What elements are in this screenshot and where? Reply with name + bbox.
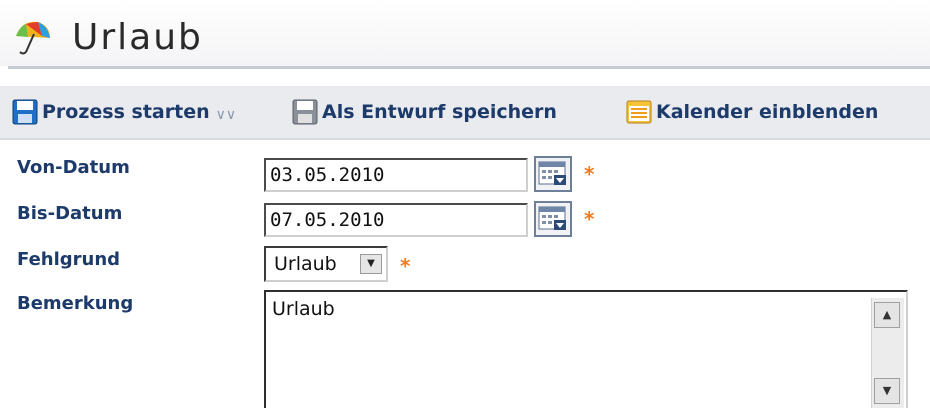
comment-scrollbar[interactable]: ▲ ▼ [871,298,904,408]
scroll-up-icon[interactable]: ▲ [874,302,900,328]
header-divider [8,66,930,69]
umbrella-icon [16,21,50,55]
save-draft-button[interactable]: Als Entwurf speichern [292,98,557,126]
reason-label: Fehlgrund [17,249,121,270]
to-date-label: Bis-Datum [17,203,123,224]
chevron-down-icon[interactable]: ∨∨ [216,107,237,123]
to-date-calendar-button[interactable] [534,201,572,237]
calendar-picker-icon [538,206,566,230]
from-date-calendar-button[interactable] [534,156,572,192]
start-process-label: Prozess starten [42,101,210,123]
required-marker: * [584,162,595,186]
show-calendar-button[interactable]: Kalender einblenden [626,98,878,126]
reason-select-value: Urlaub [274,253,337,275]
scroll-down-icon[interactable]: ▼ [874,378,900,404]
reason-select[interactable]: Urlaub ▼ [264,246,388,282]
required-marker: * [584,207,595,231]
from-date-input[interactable] [264,158,528,192]
chevron-down-icon[interactable]: ▼ [360,254,382,274]
save-icon [12,99,38,125]
to-date-input[interactable] [264,203,528,237]
comment-label: Bemerkung [17,293,134,314]
show-calendar-label: Kalender einblenden [656,101,879,123]
comment-text[interactable]: Urlaub [272,298,335,320]
save-draft-label: Als Entwurf speichern [322,101,557,123]
page-header: Urlaub [0,0,930,66]
comment-textarea[interactable]: Urlaub ▲ ▼ [264,290,908,408]
calendar-icon [626,100,652,124]
required-marker: * [400,254,411,278]
start-process-button[interactable]: Prozess starten ∨∨ [12,98,236,126]
page-title: Urlaub [72,17,203,58]
toolbar: Prozess starten ∨∨ Als Entwurf speichern… [0,86,930,140]
save-draft-icon [292,99,318,125]
calendar-picker-icon [538,161,566,185]
from-date-label: Von-Datum [17,157,130,178]
